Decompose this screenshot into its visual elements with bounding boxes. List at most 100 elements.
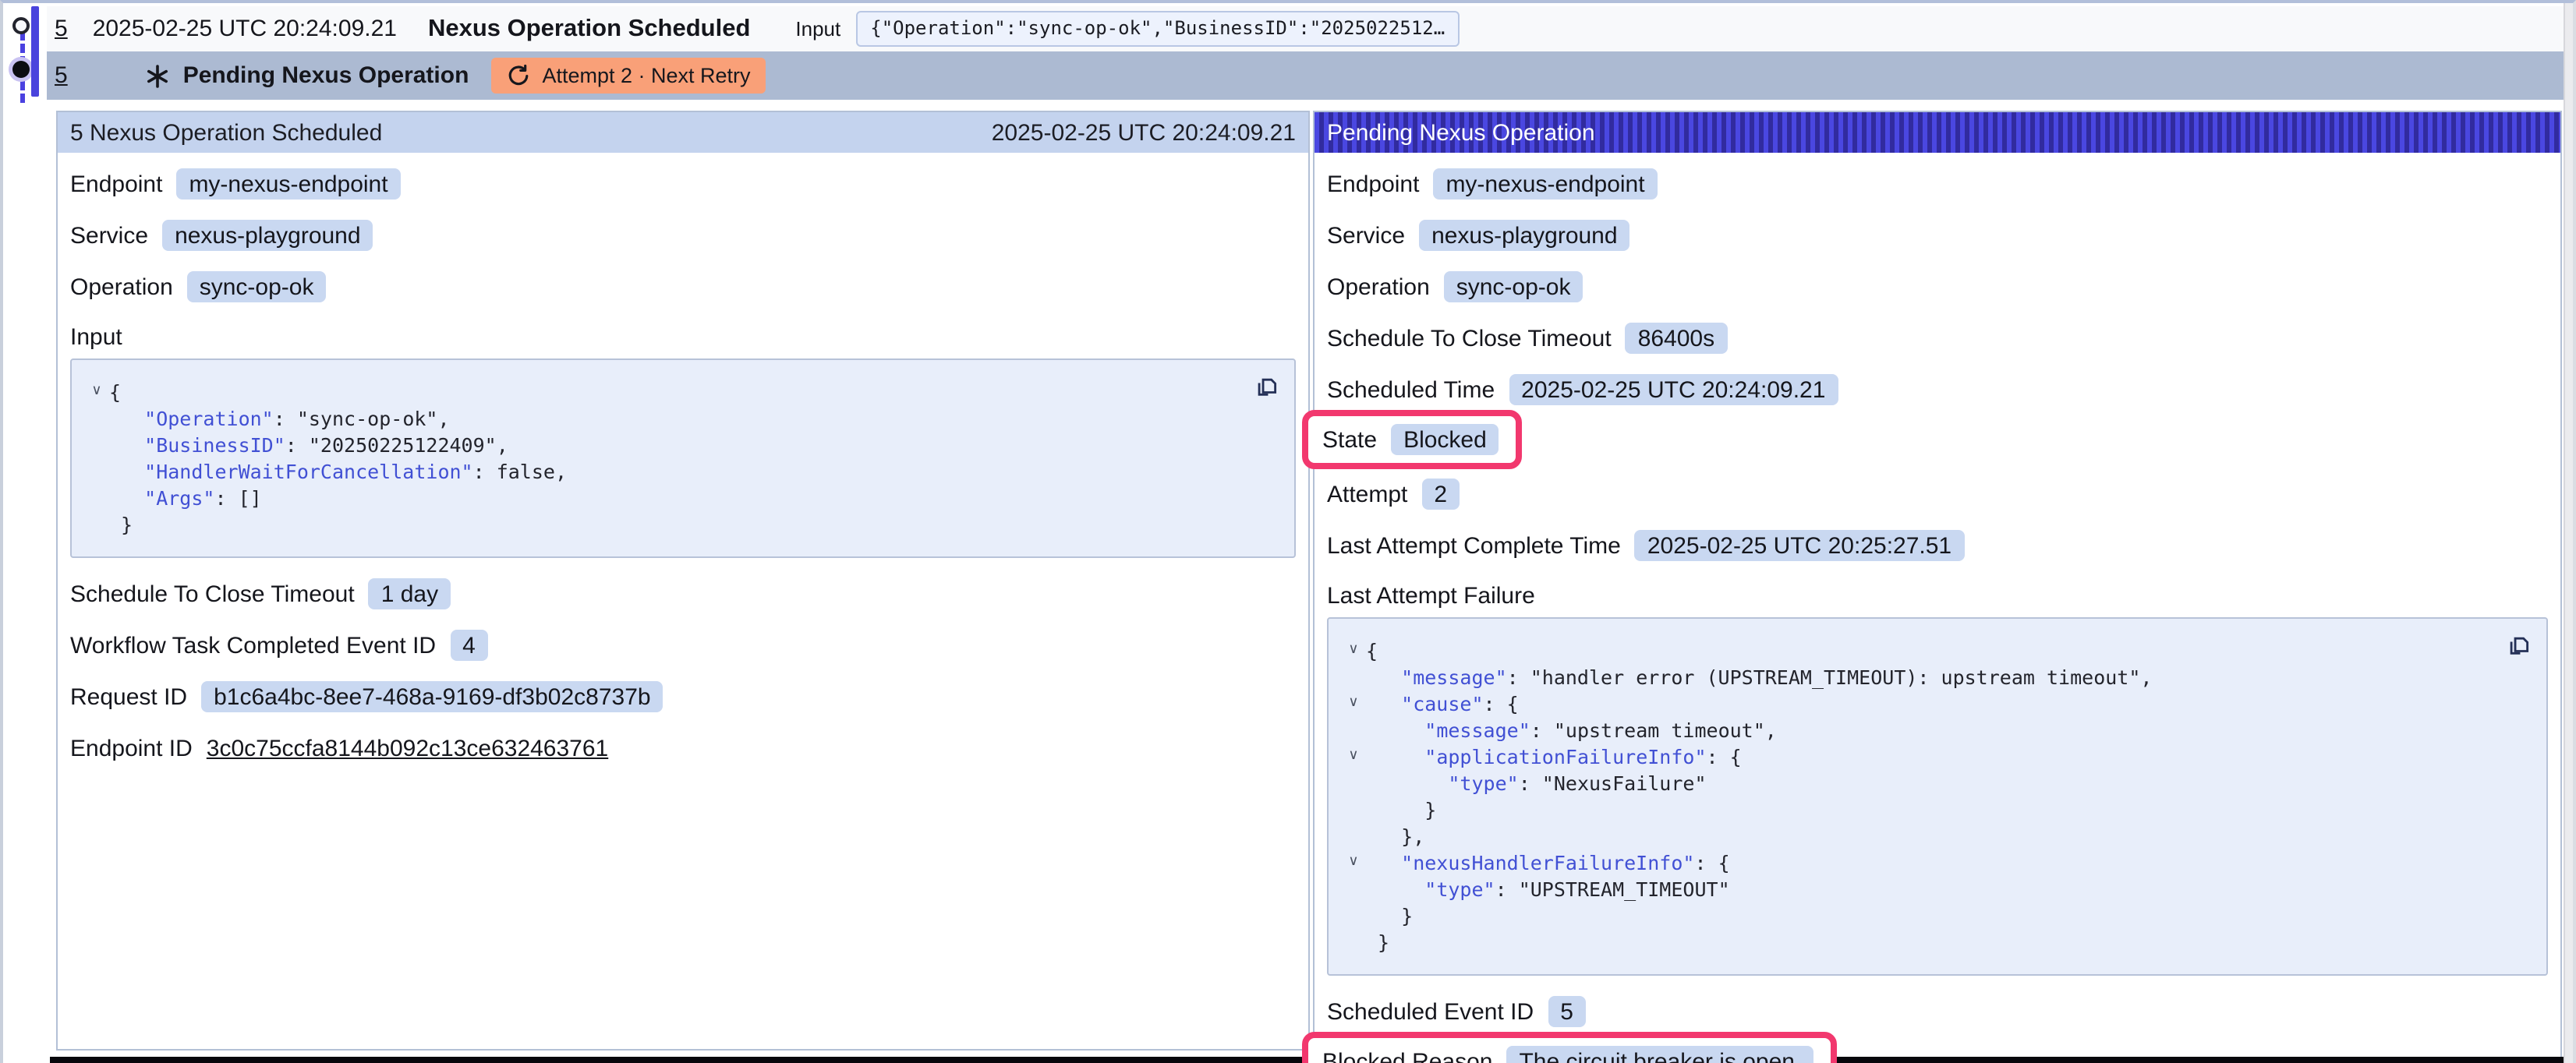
- field-value-badge: 2025-02-25 UTC 20:25:27.51: [1635, 530, 1964, 561]
- code-line: },: [1341, 823, 2525, 849]
- code-segment: [109, 432, 144, 458]
- field-operation: Operation sync-op-ok: [1327, 270, 2548, 304]
- code-line: ∨{: [84, 379, 1272, 405]
- code-segment: [1366, 770, 1448, 796]
- field-state: State Blocked: [1327, 410, 2548, 469]
- code-segment: "message": [1401, 664, 1506, 690]
- chevron-gutter: [1341, 717, 1366, 743]
- code-segment: [1366, 664, 1401, 690]
- field-value-badge: 2: [1421, 479, 1460, 510]
- panel-header-title: 5 Nexus Operation Scheduled: [70, 119, 382, 146]
- copy-icon[interactable]: [2506, 631, 2532, 658]
- code-segment: {: [1366, 637, 1378, 664]
- chevron-gutter: [1341, 796, 1366, 823]
- chevron-gutter: [1341, 929, 1366, 955]
- field-value-badge: 2025-02-25 UTC 20:24:09.21: [1509, 374, 1838, 405]
- pending-asterisk-icon: [146, 63, 171, 88]
- field-value-badge: my-nexus-endpoint: [176, 168, 400, 200]
- code-segment: : "UPSTREAM_TIMEOUT": [1495, 876, 1730, 902]
- scheduled-event-panel: 5 Nexus Operation Scheduled 2025-02-25 U…: [56, 111, 1310, 1051]
- field-value-badge: 1 day: [369, 578, 451, 609]
- field-value-badge: sync-op-ok: [187, 271, 327, 302]
- code-line: }: [1341, 902, 2525, 929]
- code-line: "message": "upstream timeout",: [1341, 717, 2525, 743]
- code-line: "HandlerWaitForCancellation": false,: [84, 458, 1272, 485]
- event-row-nexus-operation-scheduled[interactable]: 5 2025-02-25 UTC 20:24:09.21 Nexus Opera…: [47, 6, 2573, 51]
- timeline-open-circle-icon: [12, 17, 30, 34]
- code-segment: }: [109, 511, 133, 538]
- code-line: "Operation": "sync-op-ok",: [84, 405, 1272, 432]
- blocked-reason-highlight-box: Blocked Reason The circuit breaker is op…: [1302, 1032, 1837, 1063]
- chevron-gutter: [84, 405, 109, 432]
- pending-event-id-link[interactable]: 5: [55, 62, 68, 89]
- event-detail-panels: 5 Nexus Operation Scheduled 2025-02-25 U…: [56, 111, 2562, 1063]
- event-timestamp: 2025-02-25 UTC 20:24:09.21: [93, 16, 397, 42]
- field-value-badge: my-nexus-endpoint: [1433, 168, 1657, 200]
- failure-section-label: Last Attempt Failure: [1327, 580, 2548, 611]
- code-segment: "Operation": [144, 405, 274, 432]
- code-segment: : []: [214, 485, 261, 511]
- event-id-link[interactable]: 5: [55, 16, 68, 42]
- input-label: Input: [795, 17, 840, 41]
- code-segment: [1366, 690, 1401, 717]
- endpoint-id-link[interactable]: 3c0c75ccfa8144b092c13ce632463761: [207, 735, 608, 761]
- code-segment: [1366, 849, 1401, 876]
- field-service: Service nexus-playground: [70, 218, 1296, 253]
- code-line: ∨{: [1341, 637, 2525, 664]
- field-last-attempt-complete-time: Last Attempt Complete Time 2025-02-25 UT…: [1327, 528, 2548, 563]
- code-segment: "message": [1424, 717, 1530, 743]
- code-segment: : {: [1484, 690, 1519, 717]
- retry-badge-label: Attempt 2 · Next Retry: [542, 64, 750, 87]
- code-segment: }: [1366, 902, 1413, 929]
- retry-icon: [506, 64, 529, 87]
- code-line: "type": "NexusFailure": [1341, 770, 2525, 796]
- selected-event-indicator-bar: [31, 6, 38, 97]
- collapse-chevron-icon[interactable]: ∨: [1341, 743, 1366, 770]
- collapse-chevron-icon[interactable]: ∨: [1341, 637, 1366, 664]
- code-segment: : false,: [473, 458, 567, 485]
- code-line: "BusinessID": "20250225122409",: [84, 432, 1272, 458]
- code-segment: : "upstream timeout",: [1530, 717, 1777, 743]
- code-segment: : "sync-op-ok",: [274, 405, 450, 432]
- collapse-chevron-icon[interactable]: ∨: [1341, 849, 1366, 876]
- code-segment: "Args": [144, 485, 214, 511]
- input-preview-chip[interactable]: {"Operation":"sync-op-ok","BusinessID":"…: [856, 11, 1459, 47]
- field-workflow-task-completed-event-id: Workflow Task Completed Event ID 4: [70, 628, 1296, 662]
- copy-icon[interactable]: [1254, 373, 1280, 399]
- panel-header-title: Pending Nexus Operation: [1327, 119, 1595, 146]
- field-request-id: Request ID b1c6a4bc-8ee7-468a-9169-df3b0…: [70, 680, 1296, 714]
- timeline-filled-circle-icon: [12, 61, 30, 78]
- event-title: Nexus Operation Scheduled: [428, 15, 750, 43]
- code-segment: [1366, 743, 1424, 770]
- pending-operation-panel: Pending Nexus Operation Endpoint my-nexu…: [1313, 111, 2562, 1063]
- event-row-pending-nexus-operation[interactable]: 5 Pending Nexus Operation Attempt 2 · Ne…: [47, 51, 2573, 100]
- field-endpoint: Endpoint my-nexus-endpoint: [1327, 167, 2548, 201]
- code-segment: [1366, 717, 1424, 743]
- field-endpoint-id: Endpoint ID 3c0c75ccfa8144b092c13ce63246…: [70, 731, 1296, 765]
- field-value-badge: nexus-playground: [162, 220, 373, 251]
- chevron-gutter: [1341, 876, 1366, 902]
- input-section-label: Input: [70, 321, 1296, 352]
- field-operation: Operation sync-op-ok: [70, 270, 1296, 304]
- field-scheduled-event-id: Scheduled Event ID 5: [1327, 994, 2548, 1029]
- input-json-viewer: ∨{ "Operation": "sync-op-ok", "BusinessI…: [70, 358, 1296, 558]
- field-scheduled-time: Scheduled Time 2025-02-25 UTC 20:24:09.2…: [1327, 373, 2548, 407]
- code-segment: [109, 485, 144, 511]
- pending-operation-panel-header: Pending Nexus Operation: [1315, 112, 2560, 153]
- code-line: }: [1341, 796, 2525, 823]
- field-value-badge: 5: [1548, 996, 1586, 1027]
- collapse-chevron-icon[interactable]: ∨: [1341, 690, 1366, 717]
- collapse-chevron-icon[interactable]: ∨: [84, 379, 109, 405]
- code-segment: }: [1366, 929, 1389, 955]
- field-value-badge: b1c6a4bc-8ee7-468a-9169-df3b02c8737b: [201, 681, 663, 712]
- retry-attempt-badge: Attempt 2 · Next Retry: [490, 58, 766, 94]
- chevron-gutter: [1341, 770, 1366, 796]
- code-line: "type": "UPSTREAM_TIMEOUT": [1341, 876, 2525, 902]
- pending-operation-panel-body: Endpoint my-nexus-endpoint Service nexus…: [1315, 153, 2560, 1063]
- failure-json-viewer: ∨{ "message": "handler error (UPSTREAM_T…: [1327, 617, 2548, 976]
- code-segment: : "20250225122409",: [285, 432, 508, 458]
- state-highlight-box: State Blocked: [1302, 410, 1523, 469]
- vertical-scrollbar[interactable]: [2564, 3, 2573, 1063]
- chevron-gutter: [1341, 823, 1366, 849]
- code-segment: "HandlerWaitForCancellation": [144, 458, 472, 485]
